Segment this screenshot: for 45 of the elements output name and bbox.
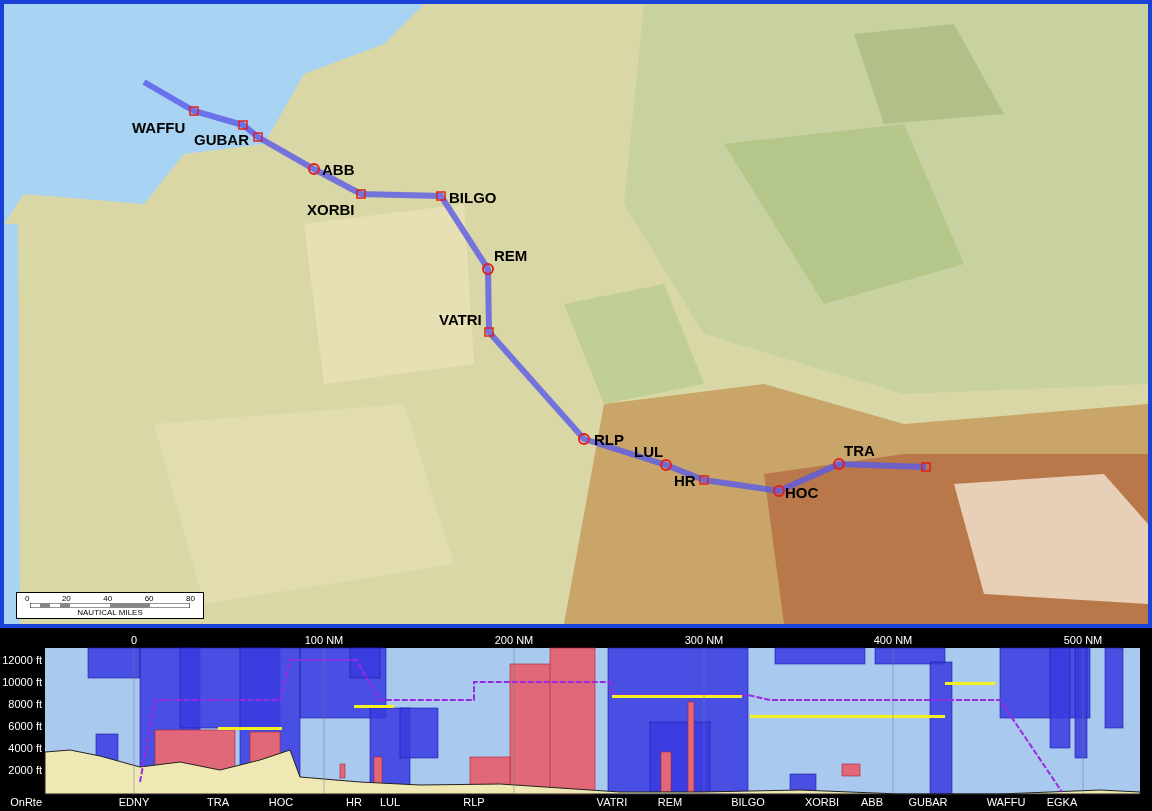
altitude-tick-label: 10000 ft xyxy=(2,676,42,688)
waypoint-label: WAFFU xyxy=(986,796,1026,808)
waypoint-label: LUL xyxy=(379,796,401,808)
scale-tick: 20 xyxy=(61,594,71,603)
waypoint-label: BILGO xyxy=(449,189,497,206)
waypoint-label: TRA xyxy=(844,442,875,459)
scale-tick: 40 xyxy=(103,594,113,603)
scale-tick: 60 xyxy=(144,594,154,603)
altitude-tick-label: 2000 ft xyxy=(8,764,42,776)
scale-tick: 80 xyxy=(186,594,195,603)
distance-tick-label: 0 xyxy=(130,634,138,646)
waypoint-label: BILGO xyxy=(731,796,765,808)
altitude-tick-label: 8000 ft xyxy=(8,698,42,710)
altitude-tick-label: 6000 ft xyxy=(8,720,42,732)
distance-tick-label: 100 NM xyxy=(304,634,344,646)
waypoint-label: HOC xyxy=(268,796,294,808)
waypoint-label: HOC xyxy=(785,484,819,501)
waypoint-label: EGKA xyxy=(1046,796,1078,808)
waypoint-label: EDNY xyxy=(118,796,150,808)
waypoint-label: REM xyxy=(494,247,528,264)
distance-tick-label: 500 NM xyxy=(1063,634,1103,646)
waypoint-label: RLP xyxy=(594,431,624,448)
distance-tick-label: 200 NM xyxy=(494,634,534,646)
waypoint-label: GUBAR xyxy=(908,796,948,808)
waypoint-label: WAFFU xyxy=(132,119,186,136)
baseline-label: OnRte xyxy=(10,796,42,808)
waypoint-label: ABB xyxy=(322,161,355,178)
waypoint-label: REM xyxy=(657,796,683,808)
waypoint-label: LUL xyxy=(634,443,664,460)
distance-tick-label: 300 NM xyxy=(684,634,724,646)
waypoint-label: VATRI xyxy=(596,796,628,808)
waypoint-label: RLP xyxy=(463,796,485,808)
waypoint-label: XORBI xyxy=(804,796,840,808)
waypoint-label: TRA xyxy=(207,796,229,808)
distance-tick-label: 400 NM xyxy=(873,634,913,646)
waypoint-label: ABB xyxy=(861,796,883,808)
waypoint-label: GUBAR xyxy=(194,131,249,148)
waypoint-label: XORBI xyxy=(307,201,355,218)
waypoint-label: HR xyxy=(346,796,362,808)
waypoint-label: VATRI xyxy=(439,311,482,328)
scale-tick: 0 xyxy=(25,594,30,603)
altitude-tick-label: 4000 ft xyxy=(8,742,42,754)
scale-unit: NAUTICAL MILES xyxy=(77,608,143,617)
waypoint-label: HR xyxy=(674,472,696,489)
altitude-tick-label: 12000 ft xyxy=(2,654,42,666)
